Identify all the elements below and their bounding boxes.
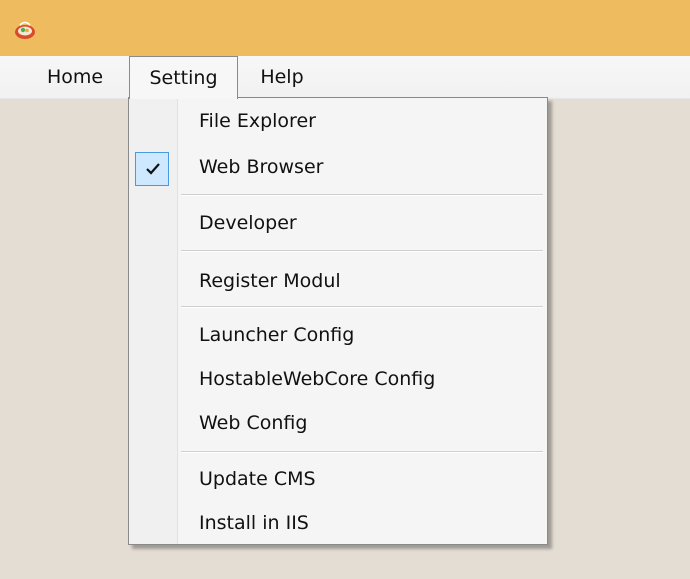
menu-item-developer[interactable]: Developer bbox=[199, 210, 297, 236]
menu-item-register-modul[interactable]: Register Modul bbox=[199, 268, 341, 294]
setting-dropdown-menu: File Explorer Web Browser Developer Regi… bbox=[128, 97, 548, 545]
menu-item-web-browser[interactable]: Web Browser bbox=[199, 154, 323, 180]
checkmark-icon bbox=[146, 163, 160, 175]
app-window: Home Setting Help File Explorer Web Brow… bbox=[0, 0, 690, 579]
menu-separator bbox=[181, 306, 543, 308]
menu-separator bbox=[181, 250, 543, 252]
menu-separator bbox=[181, 194, 543, 196]
menu-bar: Home Setting Help bbox=[0, 56, 690, 99]
web-browser-check-indicator bbox=[135, 152, 169, 186]
menu-help[interactable]: Help bbox=[244, 56, 320, 98]
menu-item-hostable-webcore-config[interactable]: HostableWebCore Config bbox=[199, 366, 435, 392]
menu-item-launcher-config[interactable]: Launcher Config bbox=[199, 322, 354, 348]
menu-separator bbox=[181, 451, 543, 453]
menu-item-install-in-iis[interactable]: Install in IIS bbox=[199, 510, 309, 536]
menu-item-web-config[interactable]: Web Config bbox=[199, 410, 307, 436]
menu-item-file-explorer[interactable]: File Explorer bbox=[199, 108, 316, 134]
menu-item-update-cms[interactable]: Update CMS bbox=[199, 466, 316, 492]
title-bar[interactable] bbox=[0, 0, 690, 56]
app-icon[interactable] bbox=[14, 20, 36, 40]
menu-setting[interactable]: Setting bbox=[129, 56, 238, 99]
menu-home[interactable]: Home bbox=[30, 56, 120, 98]
